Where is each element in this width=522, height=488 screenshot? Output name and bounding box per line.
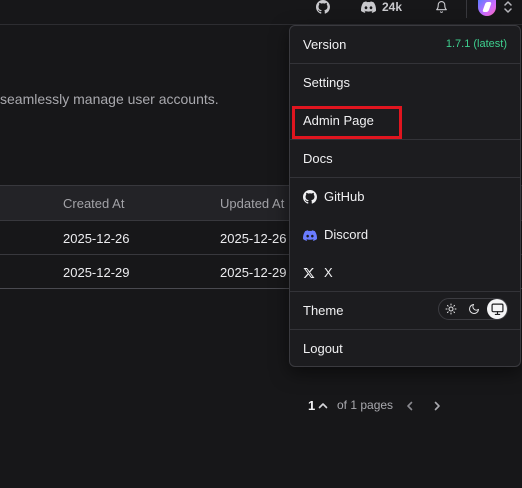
version-label: Version bbox=[303, 37, 347, 52]
version-badge: 1.7.1 (latest) bbox=[445, 38, 507, 50]
cell-updated-at: 2025-12-29 bbox=[220, 265, 287, 280]
theme-switcher bbox=[438, 298, 508, 320]
page-description: seamlessly manage user accounts. bbox=[0, 91, 219, 107]
menu-item-label: Docs bbox=[303, 151, 333, 166]
menu-item-github[interactable]: GitHub bbox=[290, 178, 520, 216]
menu-item-label: Logout bbox=[303, 341, 343, 356]
column-updated-at[interactable]: Updated At bbox=[220, 196, 284, 211]
column-created-at[interactable]: Created At bbox=[63, 196, 124, 211]
cell-updated-at: 2025-12-26 bbox=[220, 231, 287, 246]
user-dropdown-menu: Version 1.7.1 (latest) Settings Admin Pa… bbox=[289, 25, 521, 367]
github-stars-count: 24k bbox=[382, 0, 403, 14]
discord-icon[interactable] bbox=[361, 0, 377, 14]
menu-item-version: Version 1.7.1 (latest) bbox=[290, 26, 520, 64]
menu-item-label: GitHub bbox=[324, 189, 365, 204]
topbar-divider bbox=[466, 0, 467, 18]
cell-created-at: 2025-12-26 bbox=[63, 231, 130, 246]
menu-item-docs[interactable]: Docs bbox=[290, 140, 520, 178]
bell-icon[interactable] bbox=[435, 0, 448, 14]
menu-item-label: Discord bbox=[324, 227, 369, 242]
discord-icon bbox=[303, 228, 317, 242]
chevron-up-icon[interactable] bbox=[318, 399, 328, 411]
menu-item-settings[interactable]: Settings bbox=[290, 64, 520, 102]
monitor-icon[interactable] bbox=[487, 299, 507, 319]
moon-icon[interactable] bbox=[465, 300, 483, 318]
previous-page-button[interactable] bbox=[405, 399, 415, 411]
user-avatar[interactable] bbox=[478, 0, 496, 16]
github-icon bbox=[303, 190, 317, 204]
menu-item-logout[interactable]: Logout bbox=[290, 330, 520, 368]
menu-item-admin-page[interactable]: Admin Page bbox=[290, 102, 520, 140]
page-count-label: of 1 pages bbox=[337, 398, 394, 412]
page-number-select[interactable]: 1 bbox=[308, 398, 315, 414]
menu-item-label: X bbox=[324, 265, 333, 280]
menu-item-discord[interactable]: Discord bbox=[290, 216, 520, 254]
sun-icon[interactable] bbox=[442, 300, 460, 318]
menu-item-x[interactable]: X bbox=[290, 254, 520, 292]
chevron-updown-icon[interactable] bbox=[503, 0, 513, 14]
menu-item-label: Theme bbox=[303, 303, 344, 318]
menu-item-label: Settings bbox=[303, 75, 350, 90]
next-page-button[interactable] bbox=[432, 399, 442, 411]
x-logo-icon bbox=[303, 266, 317, 280]
menu-item-label: Admin Page bbox=[303, 113, 374, 128]
cell-created-at: 2025-12-29 bbox=[63, 265, 130, 280]
top-bar: 24k bbox=[0, 0, 522, 25]
github-icon[interactable] bbox=[316, 0, 330, 14]
